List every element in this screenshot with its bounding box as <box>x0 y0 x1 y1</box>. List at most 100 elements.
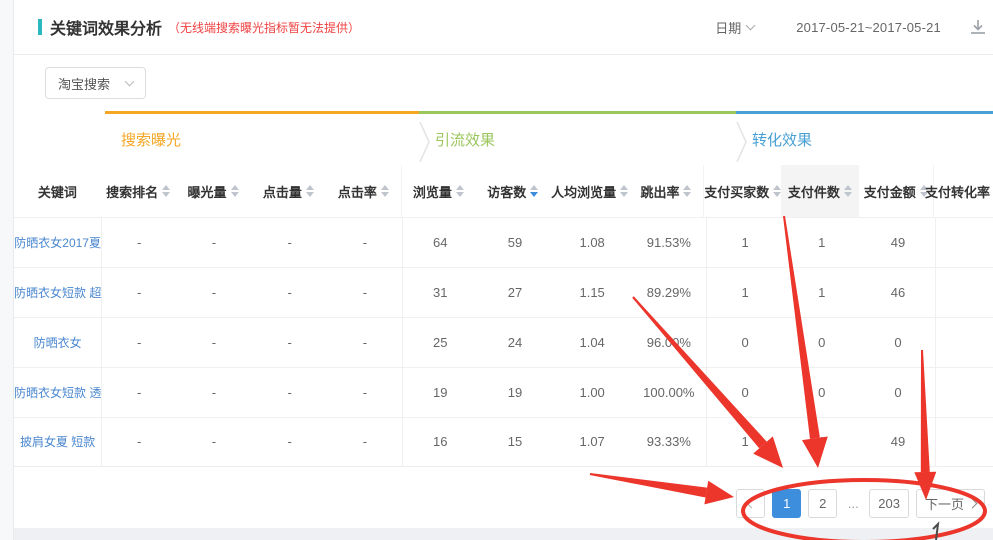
table-cell: - <box>176 318 252 368</box>
table-row: 披肩女夏 短款----16151.0793.33%1149 <box>14 417 993 467</box>
sort-carets-icon[interactable] <box>683 185 691 197</box>
sort-carets-icon[interactable] <box>306 185 314 197</box>
table-cell: - <box>176 368 252 418</box>
next-page-label: 下一页 <box>925 494 964 513</box>
sort-carets-icon[interactable] <box>620 185 628 197</box>
table-cell: 96.00% <box>631 318 706 368</box>
group-divider-chevron <box>736 120 748 164</box>
table-cell: 1 <box>706 218 783 268</box>
table-cell: 0 <box>861 318 936 368</box>
sort-up-caret <box>530 185 538 190</box>
sort-down-caret <box>456 192 464 197</box>
keyword-link[interactable]: 披肩女夏 短款 <box>14 417 101 467</box>
table-cell: 1 <box>783 417 861 467</box>
table-cell <box>935 268 993 318</box>
column-header-7[interactable]: 访客数 <box>475 165 550 217</box>
table-header-row: 关键词搜索排名曝光量点击量点击率浏览量访客数人均浏览量跳出率支付买家数支付件数支… <box>14 165 993 217</box>
table-cell: - <box>252 218 328 268</box>
table-cell: - <box>328 417 403 467</box>
group-label: 引流效果 <box>435 129 495 150</box>
sort-down-caret <box>620 192 628 197</box>
prev-page-button[interactable] <box>736 489 765 518</box>
table-cell: - <box>176 268 252 318</box>
column-header-1: 关键词 <box>14 165 101 217</box>
column-header-8[interactable]: 人均浏览量 <box>550 165 628 217</box>
column-header-label: 浏览量 <box>413 182 452 201</box>
table-cell: 1.08 <box>553 218 632 268</box>
table-cell: 89.29% <box>631 268 706 318</box>
sort-carets-icon[interactable] <box>162 185 170 197</box>
table-cell: 59 <box>477 218 553 268</box>
page-button-2[interactable]: 2 <box>808 489 837 518</box>
table-cell: 27 <box>477 268 553 318</box>
download-icon[interactable] <box>967 16 989 38</box>
table-cell: 15 <box>477 417 553 467</box>
sort-up-caret <box>162 185 170 190</box>
column-header-12[interactable]: 支付金额 <box>859 165 933 217</box>
group-divider-chevron <box>419 120 431 164</box>
table-cell: 64 <box>402 218 477 268</box>
channel-dropdown[interactable]: 淘宝搜索 <box>45 67 146 99</box>
keyword-link[interactable]: 防晒衣女短款 透 <box>14 368 101 418</box>
column-header-label: 访客数 <box>487 182 526 201</box>
title-note: （无线端搜索曝光指标暂无法提供） <box>168 19 360 36</box>
table-cell: 0 <box>783 368 861 418</box>
table-cell: 49 <box>861 417 936 467</box>
sort-carets-icon[interactable] <box>381 185 389 197</box>
sort-down-caret <box>231 192 239 197</box>
column-header-label: 支付件数 <box>788 182 840 201</box>
table-cell <box>935 218 993 268</box>
table-cell: 1 <box>706 268 783 318</box>
table-cell: - <box>176 417 252 467</box>
column-header-4[interactable]: 点击量 <box>251 165 326 217</box>
column-header-13[interactable]: 支付转化率 <box>933 165 993 217</box>
column-header-10[interactable]: 支付买家数 <box>703 165 781 217</box>
next-page-button[interactable]: 下一页 <box>916 489 985 518</box>
table-cell: 1.07 <box>553 417 632 467</box>
date-filter-label[interactable]: 日期 <box>715 18 741 37</box>
column-header-label: 人均浏览量 <box>551 182 616 201</box>
sort-up-caret <box>381 185 389 190</box>
column-header-label: 曝光量 <box>188 182 227 201</box>
table-cell: 19 <box>477 368 553 418</box>
table-cell: - <box>328 218 403 268</box>
table-row: 防晒衣女短款 超----31271.1589.29%1146 <box>14 267 993 317</box>
keyword-link[interactable]: 防晒衣女短款 超 <box>14 268 101 318</box>
column-header-3[interactable]: 曝光量 <box>175 165 250 217</box>
page-button-203[interactable]: 203 <box>869 489 909 518</box>
table-cell: - <box>252 318 328 368</box>
sort-carets-icon[interactable] <box>844 185 852 197</box>
table-cell <box>935 417 993 467</box>
table-cell: 1.04 <box>553 318 632 368</box>
sort-down-caret <box>683 192 691 197</box>
page-title: 关键词效果分析 <box>50 15 162 39</box>
sort-carets-icon[interactable] <box>773 185 781 197</box>
table-cell: - <box>328 368 403 418</box>
sort-up-caret <box>231 185 239 190</box>
table-cell: - <box>101 368 176 418</box>
table-cell: - <box>252 268 328 318</box>
date-range-value[interactable]: 2017-05-21~2017-05-21 <box>796 20 941 35</box>
keyword-link[interactable]: 防晒衣女2017夏 <box>14 218 101 268</box>
column-header-11[interactable]: 支付件数 <box>781 165 858 217</box>
sort-carets-icon[interactable] <box>456 185 464 197</box>
page-button-1[interactable]: 1 <box>772 489 801 518</box>
table-cell: 0 <box>861 368 936 418</box>
sort-carets-icon[interactable] <box>231 185 239 197</box>
chevron-down-icon[interactable] <box>746 21 756 31</box>
table-cell: - <box>176 218 252 268</box>
column-header-5[interactable]: 点击率 <box>326 165 400 217</box>
table-cell: - <box>101 268 176 318</box>
table-cell: 1 <box>783 218 861 268</box>
column-header-6[interactable]: 浏览量 <box>401 165 476 217</box>
group-header-1: 搜索曝光 <box>105 111 419 165</box>
column-header-2[interactable]: 搜索排名 <box>101 165 175 217</box>
chevron-right-icon <box>968 498 978 508</box>
sort-carets-icon[interactable] <box>530 185 538 197</box>
column-header-9[interactable]: 跳出率 <box>629 165 703 217</box>
keyword-link[interactable]: 防晒衣女 <box>14 318 101 368</box>
column-header-label: 跳出率 <box>640 182 679 201</box>
table-cell: 1 <box>706 417 783 467</box>
table-cell: 1.15 <box>553 268 632 318</box>
table-cell: 1.00 <box>553 368 632 418</box>
